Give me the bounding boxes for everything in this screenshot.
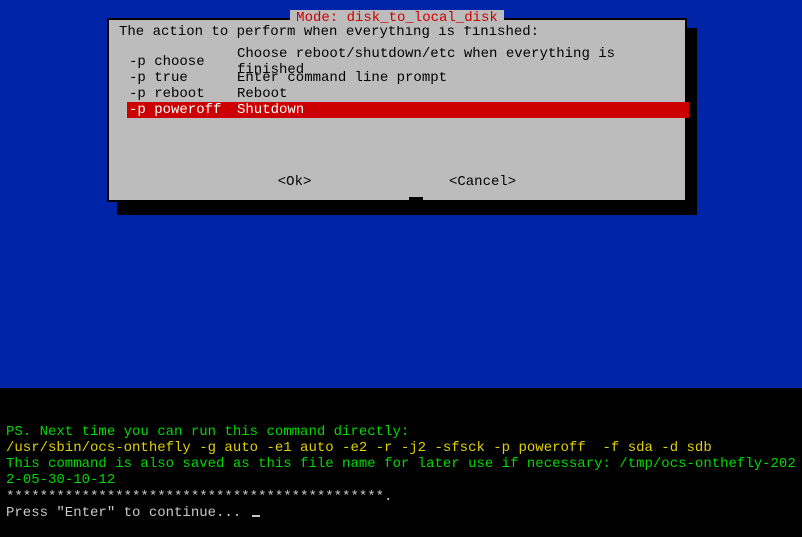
mode-dialog: Mode: disk_to_local_disk The action to p… [107,18,687,202]
option-flag: -p true [129,70,237,86]
dialog-title: Mode: disk_to_local_disk [290,10,504,26]
dialog-body: The action to perform when everything is… [109,20,685,118]
option-flag: -p poweroff [129,102,237,118]
terminal-prompt: Press "Enter" to continue... [6,505,796,521]
ok-button[interactable]: <Ok> [278,174,312,190]
terminal-line: This command is also saved as this file … [6,456,796,488]
option-choose[interactable]: -p choose Choose reboot/shutdown/etc whe… [129,54,675,70]
option-desc: Shutdown [237,102,675,118]
dialog-title-wrap: Mode: disk_to_local_disk [109,10,685,26]
terminal-output[interactable]: PS. Next time you can run this command d… [0,388,802,518]
option-desc: Enter command line prompt [237,70,675,86]
dialog-prompt: The action to perform when everything is… [119,24,675,40]
option-true[interactable]: -p true Enter command line prompt [129,70,675,86]
terminal-prompt-text: Press "Enter" to continue... [6,505,250,521]
option-flag: -p reboot [129,86,237,102]
dialog-button-row: <Ok> <Cancel> [109,174,685,190]
terminal-command-line: /usr/sbin/ocs-onthefly -g auto -e1 auto … [6,440,796,456]
option-reboot[interactable]: -p reboot Reboot [129,86,675,102]
cancel-button[interactable]: <Cancel> [449,174,516,190]
dialog-scroll-tick [409,197,423,210]
option-desc: Reboot [237,86,675,102]
option-poweroff[interactable]: -p poweroff Shutdown [127,102,689,118]
terminal-line: PS. Next time you can run this command d… [6,424,796,440]
options-list[interactable]: -p choose Choose reboot/shutdown/etc whe… [129,54,675,118]
option-flag: -p choose [129,54,237,70]
terminal-separator: ****************************************… [6,489,796,505]
cursor-icon [252,515,260,517]
